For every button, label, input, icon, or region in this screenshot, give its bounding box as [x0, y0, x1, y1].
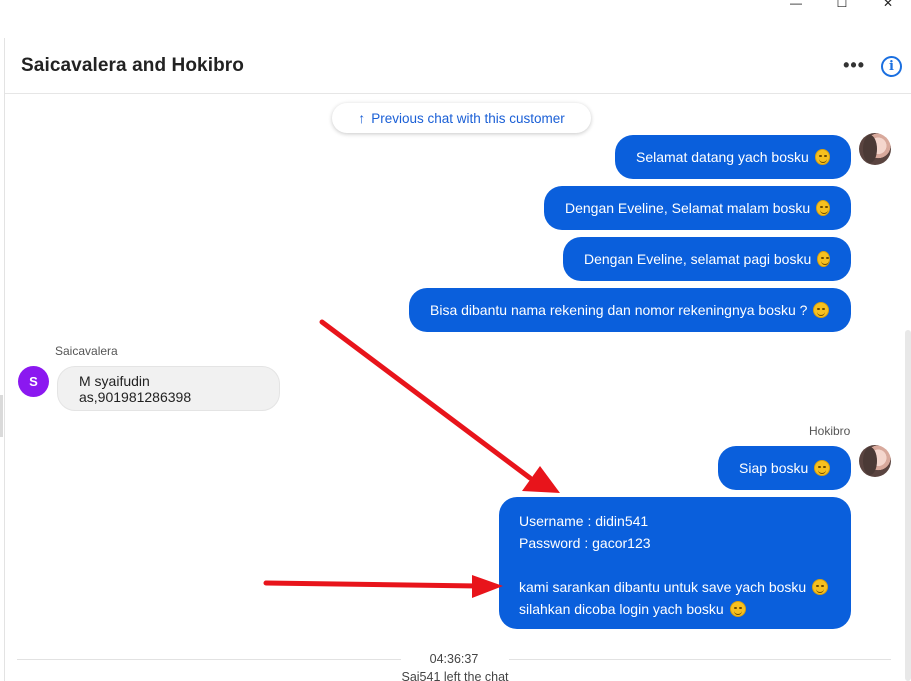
message-text: Selamat datang yach bosku	[636, 149, 809, 165]
agent-avatar	[859, 133, 891, 165]
slight-smile-emoji-icon	[812, 579, 829, 595]
message-bubble-outgoing: Siap bosku	[718, 446, 851, 490]
customer-name: Saicavalera	[55, 344, 118, 358]
annotation-arrow-diagonal	[319, 319, 533, 481]
annotation-arrow-horizontal	[263, 580, 481, 589]
message-bubble-outgoing: Bisa dibantu nama rekening dan nomor rek…	[409, 288, 851, 332]
smile-emoji-icon	[814, 149, 830, 165]
message-text: silahkan dicoba login yach bosku	[519, 601, 724, 617]
annotation-arrowhead-diagonal	[522, 466, 560, 493]
message-bubble-outgoing: Dengan Eveline, selamat pagi bosku	[563, 237, 851, 281]
panel-left-border	[4, 38, 5, 681]
maximize-button[interactable]: ☐	[819, 0, 865, 10]
scrollbar[interactable]	[905, 330, 911, 681]
message-text: Dengan Eveline, Selamat malam bosku	[565, 200, 811, 216]
divider-right	[509, 659, 891, 660]
more-options-icon[interactable]: •••	[843, 56, 865, 74]
divider-left	[17, 659, 401, 660]
password-line: Password : gacor123	[519, 535, 651, 551]
message-bubble-incoming: M syaifudin as,901981286398	[57, 366, 280, 411]
panel-resize-handle[interactable]	[0, 395, 3, 437]
message-text: Siap bosku	[739, 460, 809, 476]
smile-emoji-icon	[813, 302, 830, 318]
message-bubble-outgoing: Dengan Eveline, Selamat malam bosku	[544, 186, 851, 230]
minimize-button[interactable]: —	[773, 0, 819, 10]
chat-title: Saicavalera and Hokibro	[21, 54, 245, 76]
message-text: Bisa dibantu nama rekening dan nomor rek…	[430, 302, 808, 318]
window-controls: — ☐ ✕	[773, 0, 911, 10]
previous-chat-button[interactable]: ↑ Previous chat with this customer	[332, 103, 591, 133]
agent-avatar	[859, 445, 891, 477]
message-bubble-outgoing: Selamat datang yach bosku	[615, 135, 851, 179]
close-button[interactable]: ✕	[865, 0, 911, 10]
customer-avatar: S	[18, 366, 49, 397]
info-icon[interactable]: i	[881, 56, 902, 77]
message-text: kami sarankan dibantu untuk save yach bo…	[519, 579, 807, 595]
message-bubble-outgoing: Username : didin541 Password : gacor123 …	[499, 497, 851, 629]
username-line: Username : didin541	[519, 513, 649, 529]
message-text: M syaifudin as,901981286398	[79, 372, 192, 405]
suggestion-line: kami sarankan dibantu untuk save yach bo…	[519, 576, 831, 598]
system-message: Sai541 left the chat	[401, 670, 509, 681]
message-text: Dengan Eveline, selamat pagi bosku	[584, 251, 812, 267]
timestamp: 04:36:37	[429, 652, 479, 666]
previous-chat-label: Previous chat with this customer	[371, 110, 565, 126]
smile-emoji-icon	[817, 251, 830, 267]
login-line: silahkan dicoba login yach bosku	[519, 598, 831, 620]
agent-name: Hokibro	[809, 424, 851, 438]
arrow-up-icon: ↑	[358, 110, 366, 126]
smile-emoji-icon	[816, 200, 830, 216]
chat-header: Saicavalera and Hokibro ••• i	[5, 38, 911, 94]
smile-emoji-icon	[814, 460, 830, 476]
slight-smile-emoji-icon	[729, 601, 746, 617]
